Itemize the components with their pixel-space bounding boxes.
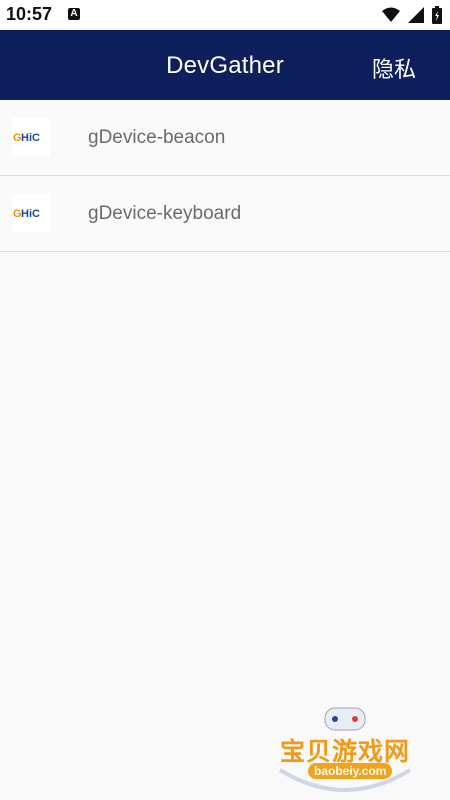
- list-item[interactable]: G HiC gDevice-beacon: [0, 100, 450, 176]
- wifi-icon: [382, 7, 400, 22]
- watermark-logo: 宝贝游戏网 baobeiy.com: [270, 700, 420, 795]
- app-name: gDevice-keyboard: [88, 203, 242, 224]
- svg-text:HiC: HiC: [21, 208, 40, 220]
- list-item[interactable]: G HiC gDevice-keyboard: [0, 176, 450, 252]
- watermark-url: baobeiy.com: [308, 763, 393, 779]
- svg-text:HiC: HiC: [21, 132, 40, 144]
- battery-icon: [432, 6, 442, 24]
- status-bar: 10:57 A: [0, 0, 450, 30]
- a-icon: A: [68, 8, 80, 20]
- app-toolbar: DevGather 隐私: [0, 30, 450, 100]
- status-time: 10:57: [6, 4, 53, 24]
- signal-icon: [408, 7, 424, 23]
- app-name: gDevice-beacon: [88, 127, 226, 148]
- ghic-logo-mark: G HiC: [13, 208, 40, 220]
- app-list: G HiC gDevice-beacon G HiC gDevice-keybo…: [0, 100, 450, 252]
- ghic-logo: G HiC: [12, 194, 50, 232]
- ghic-logo-mark: G HiC: [13, 132, 40, 144]
- status-icons: [382, 6, 442, 24]
- privacy-button[interactable]: 隐私: [372, 52, 416, 84]
- ghic-logo: G HiC: [12, 118, 50, 156]
